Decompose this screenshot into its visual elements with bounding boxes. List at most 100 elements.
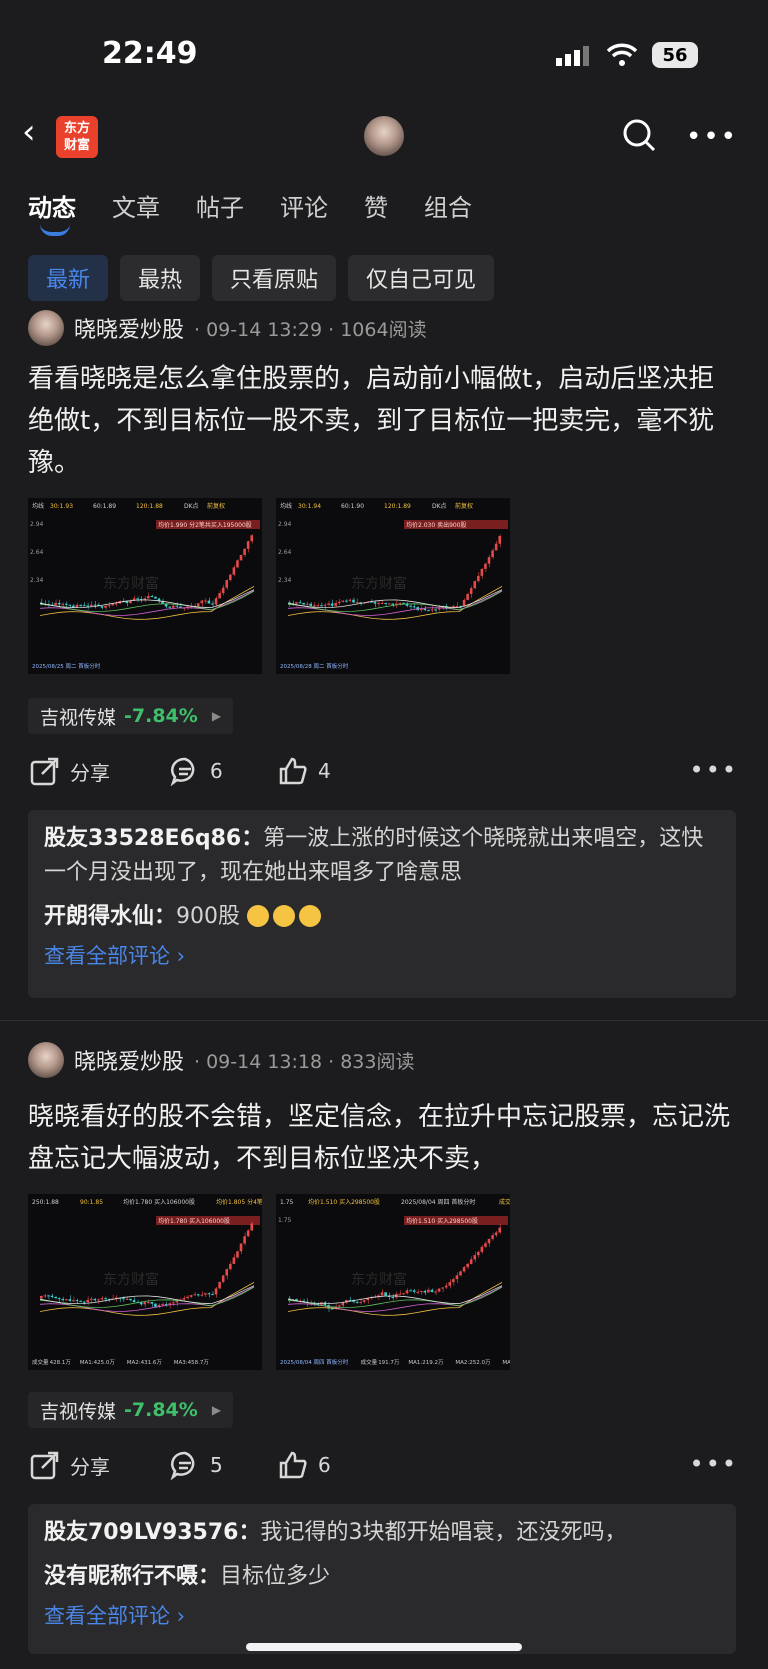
more-icon[interactable]: ••• [686, 122, 738, 152]
filter-hot[interactable]: 最热 [120, 255, 201, 301]
filter-latest[interactable]: 最新 [28, 255, 109, 301]
kline-chart-image[interactable]: 均线 30:1.93 60:1.89 120:1.88 DK点 前复权 东方财富 2.94 2.… [28, 498, 262, 674]
candle-body [477, 1251, 480, 1256]
candle-body [341, 1302, 345, 1306]
candle-body [218, 1281, 221, 1289]
search-icon[interactable] [622, 118, 656, 152]
candle-body [246, 541, 250, 549]
candle-body [494, 1232, 498, 1236]
share-button[interactable]: 分享 [30, 756, 110, 786]
comment-author[interactable]: 没有昵称行不嗫： [44, 1564, 220, 1589]
candle-body [362, 1300, 366, 1302]
comment-author[interactable]: 股友33528E6q86： [44, 826, 263, 851]
candle-body [122, 1298, 125, 1300]
chart-label: 250:1.88 [32, 1199, 59, 1206]
like-button[interactable]: 4 [278, 756, 331, 786]
chart-label: 前复权 [207, 502, 225, 510]
candle-body [193, 1294, 196, 1296]
candle-body [204, 600, 207, 602]
comment-author[interactable]: 开朗得水仙： [44, 904, 176, 929]
see-all-comments-link[interactable]: 查看全部评论 › [44, 940, 720, 970]
comment-item[interactable]: 股友709LV93576：我记得的3块都开始唱衰，还没死吗， [44, 1516, 720, 1550]
candle-body [334, 603, 337, 606]
stock-tag[interactable]: 吉视传媒 -7.84% ▶ [28, 698, 234, 734]
candle-body [341, 600, 345, 602]
like-count: 6 [318, 1453, 331, 1477]
candle-body [423, 608, 427, 611]
tab-articles[interactable]: 文章 [112, 188, 160, 223]
comment-preview-box[interactable]: 股友709LV93576：我记得的3块都开始唱衰，还没死吗， 没有昵称行不嗫：目… [28, 1504, 736, 1654]
like-button[interactable]: 6 [278, 1450, 331, 1480]
candle-body [473, 581, 477, 589]
trade-annotation: 均价2.030 卖出900股 [406, 521, 467, 529]
chart-drawing: 均线 30:1.94 60:1.90 120:1.89 DK点 前复权东方财富 2.94 2.… [278, 502, 508, 670]
tab-posts[interactable]: 帖子 [196, 188, 244, 223]
author-name[interactable]: 晓晓爱炒股 [74, 312, 184, 344]
candle-body [484, 563, 487, 569]
kline-chart-image[interactable]: 均线 30:1.94 60:1.90 120:1.89 DK点 前复权 东方财富 2.94 2.… [276, 498, 510, 674]
candle-body [380, 602, 384, 604]
post-more-icon[interactable]: ••• [690, 1450, 738, 1478]
comment-item[interactable]: 开朗得水仙：900股 [44, 900, 720, 934]
candle-body [186, 1296, 189, 1299]
tab-comments[interactable]: 评论 [280, 188, 328, 223]
see-all-comments-link[interactable]: 查看全部评论 › [44, 1600, 720, 1630]
candle-body [82, 605, 86, 607]
kline-chart-image[interactable]: 250:1.88 90:1.85 均价1.780 买入106000股 均价1.805 … [28, 1194, 375, 1370]
candle-body [125, 601, 129, 604]
tab-likes[interactable]: 赞 [364, 188, 388, 223]
candle-body [487, 557, 491, 564]
chart-label: 均价1.510 买入298500股 [308, 1198, 380, 1206]
candle-body [409, 605, 412, 607]
candle-body [427, 1289, 430, 1293]
watermark-text: 东方财富 [351, 575, 407, 592]
trade-annotation: 均价1.510 买入298500股 [406, 1217, 478, 1225]
divider [0, 1020, 768, 1021]
candle-body [491, 550, 494, 558]
status-icons: 56 [556, 42, 698, 68]
stock-tag[interactable]: 吉视传媒 -7.84% ▶ [28, 1392, 234, 1428]
chart-footer-label: 2025/08/25 周二 首板分时 [32, 662, 101, 670]
post-actions: 分享 6 4 ••• [30, 756, 738, 792]
thumbs-up-icon [279, 1451, 307, 1479]
back-icon[interactable]: ‹ [22, 112, 36, 152]
play-icon: ▶ [211, 709, 222, 723]
candle-body [243, 548, 246, 555]
comment-button[interactable]: 5 [170, 1450, 223, 1480]
author-name[interactable]: 晓晓爱炒股 [74, 1044, 184, 1076]
post-header: 晓晓爱炒股 · 09-14 13:18 · 833阅读 [28, 1042, 414, 1078]
candle-body [423, 1290, 427, 1293]
candle-body [480, 568, 484, 576]
tab-dynamics[interactable]: 动态 [28, 188, 76, 223]
candle-body [444, 1285, 448, 1288]
comment-item[interactable]: 股友33528E6q86：第一波上涨的时候这个晓晓就出来唱空，这快一个月没出现了… [44, 822, 720, 890]
share-button[interactable]: 分享 [30, 1450, 110, 1480]
author-avatar[interactable] [28, 310, 64, 346]
candle-body [239, 1243, 243, 1252]
candle-body [139, 1302, 143, 1305]
candle-body [196, 603, 200, 606]
comment-preview-box[interactable]: 股友33528E6q86：第一波上涨的时候这个晓晓就出来唱空，这快一个月没出现了… [28, 810, 736, 998]
candle-body [104, 1298, 107, 1300]
tab-portfolio[interactable]: 组合 [424, 188, 472, 223]
post-text[interactable]: 看看晓晓是怎么拿住股票的，启动前小幅做t，启动后坚决拒绝做t，不到目标位一股不卖… [28, 358, 740, 484]
post-more-icon[interactable]: ••• [690, 756, 738, 784]
candle-body [82, 1301, 86, 1303]
author-avatar[interactable] [28, 1042, 64, 1078]
comment-author[interactable]: 股友709LV93576： [44, 1520, 260, 1545]
filter-private[interactable]: 仅自己可见 [348, 255, 495, 301]
post-actions: 分享 5 6 ••• [30, 1450, 738, 1486]
comment-button[interactable]: 6 [170, 756, 223, 786]
candle-body [391, 1296, 394, 1298]
candle-body [50, 1295, 54, 1298]
chart-footer-label: 2025/08/28 周二 首板分时 [280, 662, 349, 670]
profile-avatar[interactable] [364, 116, 404, 156]
kline-chart-image[interactable]: 1.75 均价1.510 买入298500股 2025/08/04 周四 首板分时成… [276, 1194, 598, 1370]
chart-label: 均线 [280, 502, 292, 510]
home-indicator[interactable] [246, 1643, 522, 1651]
candle-body [419, 1290, 423, 1292]
post-text[interactable]: 晓晓看好的股不会错，坚定信念，在拉升中忘记股票，忘记洗盘忘记大幅波动，不到目标位… [28, 1096, 740, 1180]
filter-original-only[interactable]: 只看原贴 [212, 255, 337, 301]
comment-item[interactable]: 没有昵称行不嗫：目标位多少 [44, 1560, 720, 1594]
chart-label: 2025/08/04 周四 首板分时 [401, 1198, 475, 1206]
